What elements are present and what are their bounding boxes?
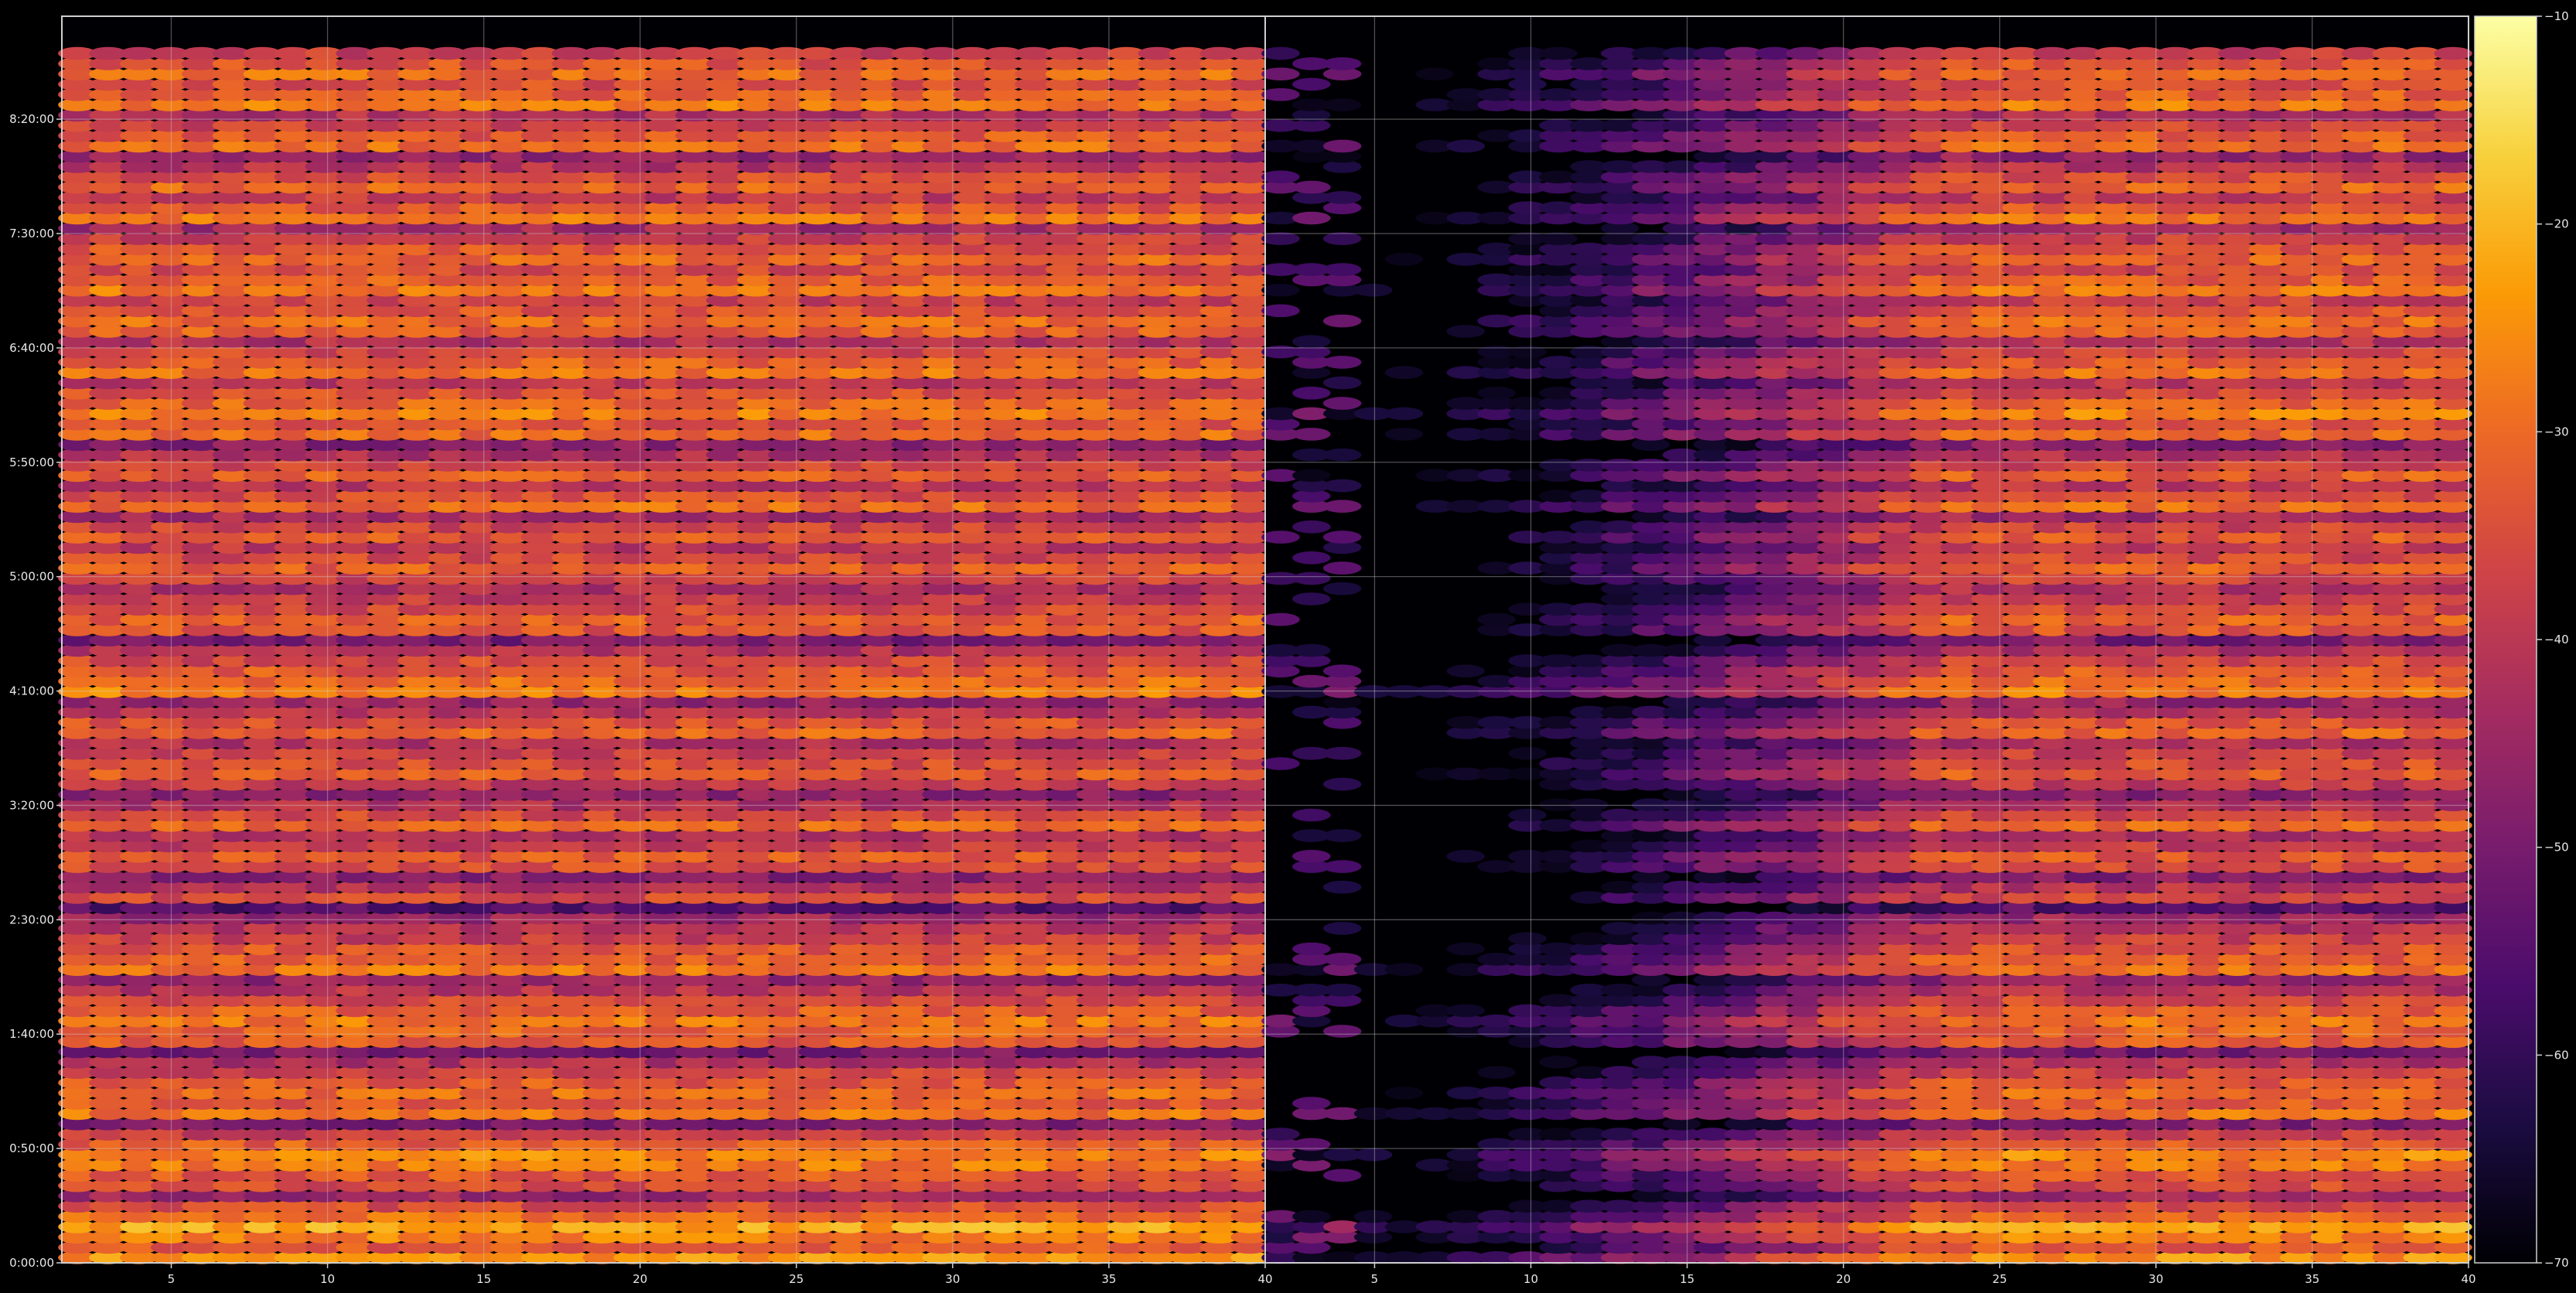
- heatmap-cell: [1353, 1148, 1393, 1162]
- spectrogram-figure: 0:00:000:50:001:40:002:30:003:20:004:10:…: [0, 0, 2576, 1293]
- heatmap-cell: [1323, 1168, 1362, 1182]
- heatmap-panel-left: [58, 15, 1269, 1264]
- heatmap-panel-right: [1261, 15, 2472, 1264]
- heatmap-cell: [1353, 1209, 1393, 1223]
- heatmap-cell: [1292, 1209, 1331, 1223]
- heatmap-cells: [58, 46, 1269, 1264]
